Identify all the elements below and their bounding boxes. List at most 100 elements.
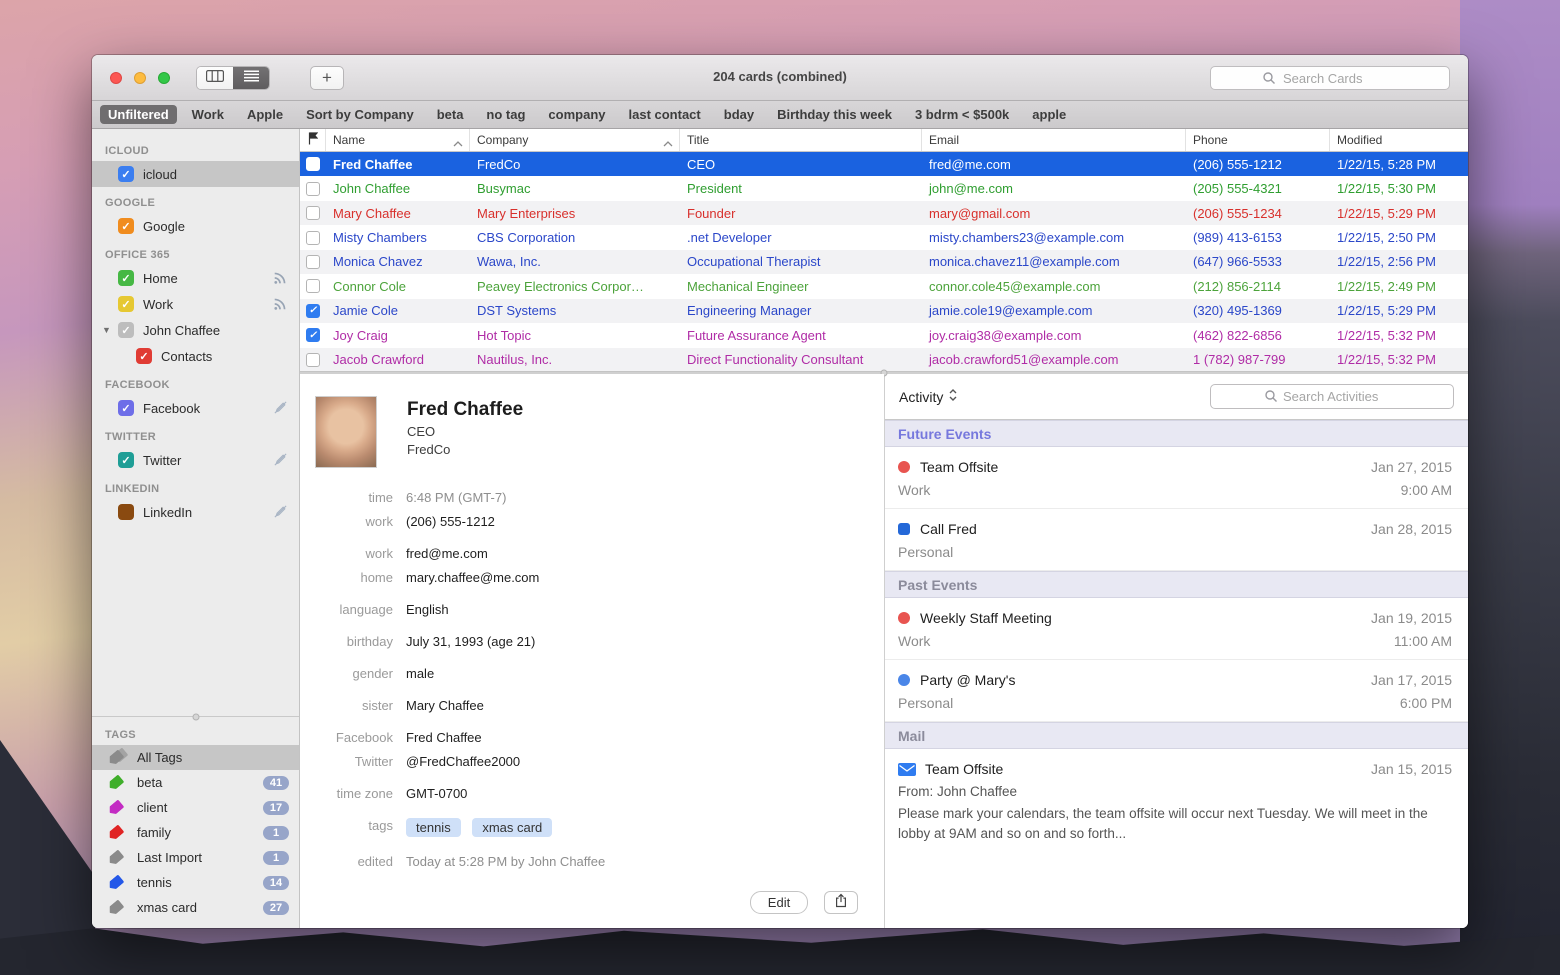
tag-pill[interactable]: tennis [406,818,461,837]
edit-button[interactable]: Edit [750,891,808,914]
row-checkbox[interactable]: ✓ [306,182,320,196]
table-row[interactable]: ✓ Monica Chavez Wawa, Inc. Occupational … [300,250,1468,274]
sidebar-tag-item[interactable]: xmas card 27 [92,895,299,920]
event-calendar: Work [898,482,930,498]
table-row[interactable]: ✓ John Chaffee Busymac President john@me… [300,176,1468,200]
cell-phone: (212) 856-2114 [1186,279,1330,294]
contact-field: time zone GMT-0700 [315,786,884,801]
tag-pill[interactable]: xmas card [472,818,552,837]
row-checkbox[interactable]: ✓ [306,255,320,269]
filter-sort-by-company[interactable]: Sort by Company [298,105,422,124]
table-row[interactable]: ✓ Connor Cole Peavey Electronics Corpor…… [300,274,1468,298]
table-row[interactable]: ✓ Joy Craig Hot Topic Future Assurance A… [300,323,1468,347]
sidebar-tag-item[interactable]: client 17 [92,795,299,820]
cell-title: President [680,181,922,196]
calendar-color-icon [898,523,910,535]
contact-company: FredCo [407,442,884,457]
event-item[interactable]: Team Offsite Jan 27, 2015 Work 9:00 AM [885,447,1468,509]
filter-no-tag[interactable]: no tag [478,105,533,124]
table-row[interactable]: ✓ Jamie Cole DST Systems Engineering Man… [300,299,1468,323]
tag-label: client [137,800,253,815]
filter-work[interactable]: Work [184,105,232,124]
filter-birthday-this-week[interactable]: Birthday this week [769,105,900,124]
sidebar-item-contacts[interactable]: ✓ Contacts [92,343,299,369]
sidebar-item-all-tags[interactable]: All Tags [92,745,299,770]
mail-item[interactable]: Team Offsite Jan 15, 2015 From: John Cha… [885,749,1468,853]
sidebar-item-linkedin[interactable]: LinkedIn [92,499,299,525]
search-activities-input[interactable] [1210,384,1454,409]
company-column-header[interactable]: Company [470,129,680,151]
home-checkbox[interactable]: ✓ [118,270,134,286]
row-checkbox[interactable]: ✓ [306,353,320,367]
linkedin-checkbox[interactable] [118,504,134,520]
name-column-header[interactable]: Name [326,129,470,151]
field-label: Twitter [315,754,393,769]
row-checkbox[interactable]: ✓ [306,328,320,342]
twitter-checkbox[interactable]: ✓ [118,452,134,468]
cell-name: Jacob Crawford [326,352,470,367]
calendar-color-icon [898,461,910,473]
sidebar-item-home[interactable]: ✓ Home [92,265,299,291]
email-column-header[interactable]: Email [922,129,1186,151]
sidebar-splitter[interactable] [92,716,299,727]
filter-unfiltered[interactable]: Unfiltered [100,105,177,124]
filter-company[interactable]: company [540,105,613,124]
field-value: Mary Chaffee [406,698,484,713]
filter-apple[interactable]: apple [1024,105,1074,124]
filter-3bdrm[interactable]: 3 bdrm < $500k [907,105,1017,124]
filter-bday[interactable]: bday [716,105,762,124]
share-button[interactable] [824,891,858,914]
sidebar-item-label: Home [143,271,178,286]
event-item[interactable]: Weekly Staff Meeting Jan 19, 2015 Work 1… [885,598,1468,660]
contact-photo[interactable] [315,396,377,468]
flag-column-header[interactable] [300,129,326,151]
activity-scroll: Future Events Team Offsite Jan 27, 2015 … [885,420,1468,928]
table-row[interactable]: ✓ Jacob Crawford Nautilus, Inc. Direct F… [300,348,1468,372]
sidebar-item-twitter[interactable]: ✓ Twitter [92,447,299,473]
field-label: work [315,546,393,561]
sidebar-tag-item[interactable]: Last Import 1 [92,845,299,870]
disclosure-triangle-icon[interactable]: ▼ [102,325,111,335]
icloud-checkbox[interactable]: ✓ [118,166,134,182]
cell-modified: 1/22/15, 5:29 PM [1330,303,1468,318]
filter-apple-smart[interactable]: Apple [239,105,291,124]
event-item[interactable]: Party @ Mary's Jan 17, 2015 Personal 6:0… [885,660,1468,722]
event-item[interactable]: Call Fred Jan 28, 2015 Personal [885,509,1468,571]
sidebar-item-work[interactable]: ✓ Work [92,291,299,317]
row-checkbox[interactable]: ✓ [306,279,320,293]
table-row[interactable]: ✓ Fred Chaffee FredCo CEO fred@me.com (2… [300,152,1468,176]
sidebar-item-google[interactable]: ✓ Google [92,213,299,239]
sidebar-tag-item[interactable]: beta 41 [92,770,299,795]
table-header: Name Company Title Email Phone Modified [300,129,1468,152]
search-cards-field[interactable] [1210,66,1450,90]
search-activities-field[interactable] [1210,384,1454,409]
facebook-checkbox[interactable]: ✓ [118,400,134,416]
activity-selector[interactable]: Activity [899,388,957,405]
filter-last-contact[interactable]: last contact [621,105,709,124]
search-cards-input[interactable] [1210,66,1450,90]
table-row[interactable]: ✓ Misty Chambers CBS Corporation .net De… [300,225,1468,249]
row-checkbox[interactable]: ✓ [306,206,320,220]
work-checkbox[interactable]: ✓ [118,296,134,312]
event-title: Weekly Staff Meeting [920,610,1052,626]
sidebar-tag-item[interactable]: tennis 14 [92,870,299,895]
sidebar-item-facebook[interactable]: ✓ Facebook [92,395,299,421]
tag-label: Last Import [137,850,253,865]
activity-panel: Activity Future E [884,374,1468,928]
filter-beta[interactable]: beta [429,105,472,124]
title-column-header[interactable]: Title [680,129,922,151]
sidebar-item-icloud[interactable]: ✓ icloud [92,161,299,187]
field-label: time [315,490,393,505]
modified-column-header[interactable]: Modified [1330,129,1468,151]
row-checkbox[interactable]: ✓ [306,231,320,245]
table-row[interactable]: ✓ Mary Chaffee Mary Enterprises Founder … [300,201,1468,225]
tag-label: tennis [137,875,253,890]
sidebar-tag-item[interactable]: family 1 [92,820,299,845]
row-checkbox[interactable]: ✓ [306,157,320,171]
phone-column-header[interactable]: Phone [1186,129,1330,151]
john-chaffee-checkbox[interactable]: ✓ [118,322,134,338]
contacts-checkbox[interactable]: ✓ [136,348,152,364]
sidebar-item-john-chaffee[interactable]: ▼ ✓ John Chaffee [92,317,299,343]
row-checkbox[interactable]: ✓ [306,304,320,318]
google-checkbox[interactable]: ✓ [118,218,134,234]
